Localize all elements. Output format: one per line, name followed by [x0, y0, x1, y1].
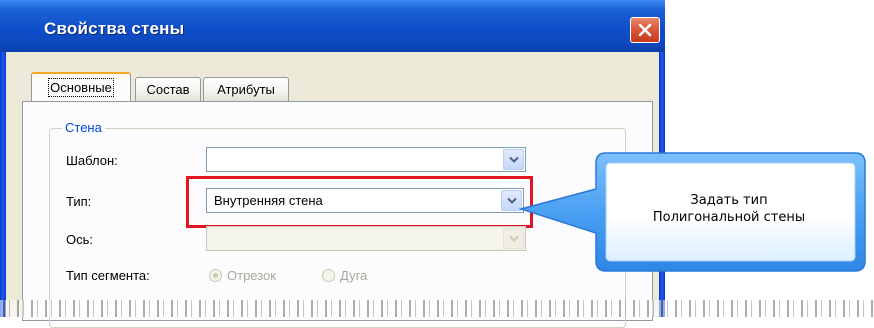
axis-label: Ось: — [66, 232, 93, 247]
radio-segment-line-label: Отрезок — [227, 268, 276, 283]
tab-general[interactable]: Основные — [31, 72, 131, 101]
dialog-title: Свойства стены — [44, 19, 185, 38]
close-button[interactable] — [630, 17, 660, 43]
tab-general-label: Основные — [48, 78, 114, 97]
close-icon — [638, 23, 652, 37]
title-bar[interactable]: Свойства стены — [0, 0, 665, 52]
radio-icon — [322, 269, 335, 282]
tab-attributes-label: Атрибуты — [217, 82, 275, 97]
radio-segment-line[interactable]: Отрезок — [209, 268, 276, 283]
callout-text: Задать тип Полигональной стены — [598, 192, 860, 226]
tab-composition[interactable]: Состав — [135, 77, 201, 101]
tab-attributes[interactable]: Атрибуты — [203, 77, 289, 101]
type-highlight-frame — [186, 176, 533, 228]
callout-line-2: Полигональной стены — [652, 210, 806, 225]
tab-composition-label: Состав — [146, 82, 190, 97]
template-label: Шаблон: — [66, 153, 118, 168]
axis-combobox[interactable] — [206, 226, 526, 251]
radio-segment-arc[interactable]: Дуга — [322, 268, 367, 283]
radio-icon — [209, 269, 222, 282]
template-combobox[interactable] — [206, 147, 526, 172]
callout-line-1: Задать тип — [690, 193, 768, 208]
segment-type-label: Тип сегмента: — [66, 268, 150, 283]
groupbox-label: Стена — [62, 120, 105, 135]
type-label: Тип: — [66, 194, 92, 209]
blurred-text-strip — [0, 300, 874, 317]
radio-segment-arc-label: Дуга — [340, 268, 368, 283]
